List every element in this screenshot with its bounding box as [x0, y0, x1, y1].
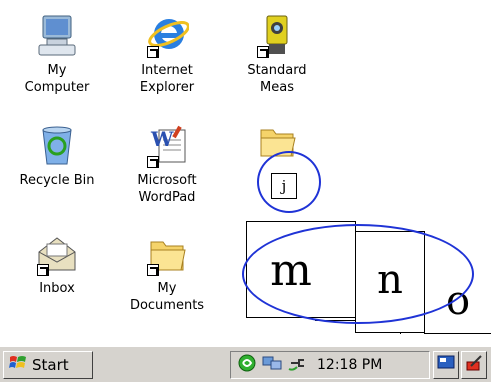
desktop-icon-inbox[interactable]: Inbox [7, 232, 107, 297]
recycle-bin-icon [35, 124, 79, 168]
windows-flag-icon [8, 354, 28, 376]
shortcut-arrow-icon [147, 46, 159, 58]
internet-explorer-icon [145, 14, 190, 58]
show-desktop-button[interactable] [433, 351, 459, 379]
power-icon[interactable] [287, 353, 307, 377]
clock[interactable]: 12:18 PM [317, 357, 382, 373]
svg-text:W: W [150, 127, 174, 151]
taskbar: Start 12:18 PM [0, 345, 491, 382]
network-icon[interactable] [261, 353, 283, 377]
desktop-icon-internet-explorer[interactable]: Internet Explorer [117, 14, 217, 96]
shortcut-arrow-icon [147, 156, 159, 168]
shortcut-arrow-icon [147, 264, 159, 276]
input-panel-button[interactable] [461, 351, 487, 379]
start-label: Start [32, 356, 69, 374]
desktop-icon-recycle-bin[interactable]: Recycle Bin [7, 124, 107, 189]
connection-icon[interactable] [237, 353, 257, 377]
desktop-icon-label: Standard Meas [247, 63, 307, 95]
desktop-icon [437, 355, 455, 375]
start-button[interactable]: Start [3, 351, 93, 379]
desktop-icon-label: Microsoft WordPad [137, 173, 197, 205]
input-panel-icon [465, 354, 483, 376]
system-tray: 12:18 PM [230, 351, 430, 379]
desktop-icon-label: Recycle Bin [19, 173, 95, 188]
wordpad-icon: W [145, 124, 189, 168]
highlight-ellipse-mno [242, 224, 474, 324]
total-station-icon [255, 14, 299, 58]
shortcut-arrow-icon [257, 46, 269, 58]
desktop-icon-my-computer[interactable]: My Computer [7, 14, 107, 96]
desktop-icon-label: Inbox [39, 281, 75, 296]
shortcut-arrow-icon [37, 264, 49, 276]
desktop-icon-wordpad[interactable]: W Microsoft WordPad [117, 124, 217, 206]
my-computer-icon [35, 14, 79, 58]
desktop-icon-label: My Computer [24, 63, 90, 95]
desktop: My Computer Internet Explorer Standard M… [0, 0, 491, 345]
screen: My Computer Internet Explorer Standard M… [0, 0, 491, 382]
desktop-icon-label: Internet Explorer [139, 63, 195, 95]
desktop-icon-standard-meas[interactable]: Standard Meas [227, 14, 327, 96]
desktop-icon-my-documents[interactable]: My Documents [117, 232, 217, 314]
highlight-circle-j [257, 151, 321, 213]
folder-icon [145, 232, 189, 276]
desktop-icon-label: My Documents [129, 281, 205, 313]
inbox-icon [35, 232, 79, 276]
